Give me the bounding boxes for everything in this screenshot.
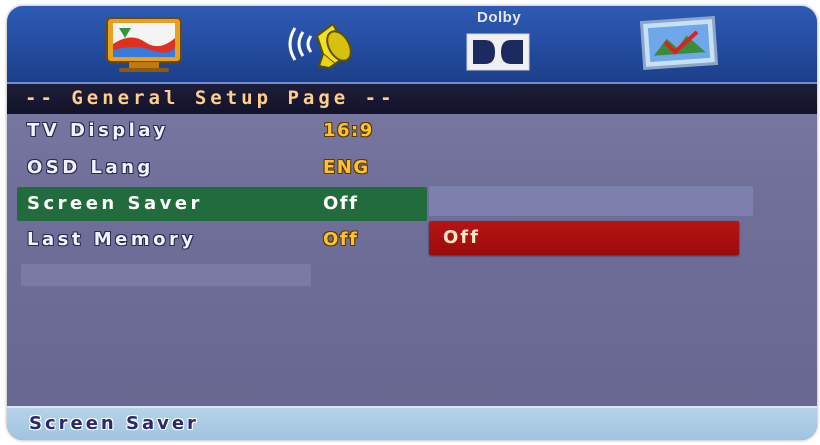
tv-monitor-icon[interactable] [101,14,187,74]
preference-picture-icon[interactable] [635,14,725,74]
setting-row-osd-lang[interactable]: OSD Lang ENG [17,151,427,185]
page-title: -- General Setup Page -- [25,87,396,109]
setting-value: Off [323,229,359,250]
empty-setting-row [21,264,311,286]
setting-row-last-memory[interactable]: Last Memory Off [17,223,427,257]
setting-row-screen-saver[interactable]: Screen Saver Off [17,187,427,221]
submenu-option-label: Off [443,227,480,248]
page-title-bar: -- General Setup Page -- [7,82,817,114]
speaker-icon[interactable] [275,14,367,74]
setting-value: ENG [323,157,370,178]
status-bar: Screen Saver [7,406,817,440]
setting-value: Off [323,193,359,214]
setting-label: Screen Saver [27,193,203,214]
setting-row-tv-display[interactable]: TV Display 16:9 [17,114,427,148]
dvd-setup-screen: Dolby -- General Setup Page -- TV Displa… [7,6,817,440]
setting-label: Last Memory [27,229,197,250]
status-text: Screen Saver [29,413,199,434]
dolby-icon[interactable] [459,14,537,74]
setting-value: 16:9 [323,120,374,141]
submenu-option-off[interactable]: Off [429,221,739,255]
submenu-panel [429,186,753,216]
setting-label: TV Display [27,120,169,141]
setting-label: OSD Lang [27,157,154,178]
setup-icon-bar: Dolby [7,6,817,82]
